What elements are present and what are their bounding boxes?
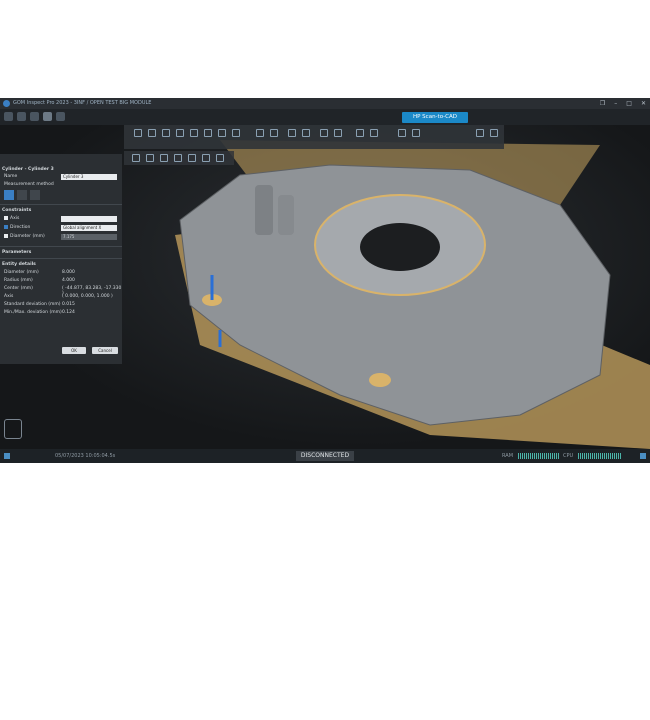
settings-icon[interactable] <box>30 112 39 121</box>
grid-icon[interactable] <box>160 154 168 162</box>
status-timestamp: 05/07/2023 10:05:04.5s <box>55 453 116 459</box>
boss-left <box>255 185 273 235</box>
line-icon[interactable] <box>204 129 212 137</box>
camera-icon[interactable] <box>476 129 484 137</box>
sphere-icon[interactable] <box>232 129 240 137</box>
transform-icon[interactable] <box>320 129 328 137</box>
arrow-icon[interactable] <box>56 112 65 121</box>
detail-label: Diameter (mm) <box>4 270 39 275</box>
more-icon[interactable] <box>490 129 498 137</box>
circle-icon[interactable] <box>190 129 198 137</box>
detail-label: Radius (mm) <box>4 278 33 283</box>
detail-label: Center (mm) <box>4 286 33 291</box>
axis-label: Axis <box>10 216 20 221</box>
status-icon <box>4 453 10 459</box>
detail-label: Standard deviation (mm) <box>4 302 61 307</box>
detail-value: 0.015 <box>62 302 75 307</box>
detail-label: Axis <box>4 294 14 299</box>
connection-status: DISCONNECTED <box>296 451 354 461</box>
surface-icon[interactable] <box>370 129 378 137</box>
section-icon[interactable] <box>256 129 264 137</box>
viewport-toolbar <box>124 125 504 149</box>
divider <box>0 204 122 205</box>
main-toolbar: HP Scan-to-CAD <box>0 109 650 125</box>
cut-icon[interactable] <box>146 154 154 162</box>
cpu-meter <box>578 453 622 459</box>
axis-input[interactable] <box>61 216 117 222</box>
boss-right <box>278 195 294 235</box>
application-window: GOM Inspect Pro 2023 - 3INF / OPEN TEST … <box>0 98 650 463</box>
box-icon[interactable] <box>132 154 140 162</box>
panel-title: Cylinder - Cylinder 3 <box>2 167 54 172</box>
view-icon[interactable] <box>412 129 420 137</box>
detail-label: Min./Max. deviation (mm) <box>4 310 62 315</box>
ram-label: RAM <box>502 453 514 459</box>
app-logo-icon <box>3 100 10 107</box>
diameter-checkbox[interactable] <box>4 234 8 238</box>
brush-icon[interactable] <box>302 129 310 137</box>
cylinder-icon[interactable] <box>176 129 184 137</box>
plane-icon[interactable] <box>162 129 170 137</box>
entity-details-title[interactable]: Entity details <box>2 262 36 267</box>
name-label: Name <box>4 174 18 179</box>
info-icon[interactable] <box>640 453 646 459</box>
constraints-title: Constraints <box>2 208 32 213</box>
method-fit-icon[interactable] <box>4 190 14 200</box>
paint-icon[interactable] <box>288 129 296 137</box>
file-icon[interactable] <box>17 112 26 121</box>
maximize-icon[interactable]: □ <box>626 98 632 109</box>
delete-icon[interactable] <box>334 129 342 137</box>
detail-value: ( 0.000, 0.000, 1.000 ) <box>62 294 113 299</box>
home-icon[interactable] <box>4 112 13 121</box>
window-controls: ❐ – □ ✕ <box>600 98 646 109</box>
view-cube-icon[interactable] <box>4 419 22 439</box>
divider <box>0 246 122 247</box>
chart-icon[interactable] <box>270 129 278 137</box>
cpu-label: CPU <box>563 453 574 459</box>
restore-icon[interactable]: ❐ <box>600 98 605 109</box>
detail-value: 8.000 <box>62 270 75 275</box>
status-bar: 05/07/2023 10:05:04.5s DISCONNECTED RAM … <box>0 449 650 463</box>
name-input[interactable]: Cylinder 3 <box>61 174 117 180</box>
layers-icon[interactable] <box>174 154 182 162</box>
select-icon[interactable] <box>134 129 142 137</box>
detail-value: 4.000 <box>62 278 75 283</box>
mesh-icon[interactable] <box>356 129 364 137</box>
direction-select[interactable]: Global alignment X <box>61 225 117 231</box>
detail-value: 0.124 <box>62 310 75 315</box>
bore-hole <box>360 223 440 271</box>
diameter-label: Diameter (mm) <box>10 234 45 239</box>
ram-meter <box>518 453 560 459</box>
direction-checkbox[interactable] <box>4 225 8 229</box>
tool-icon[interactable] <box>43 112 52 121</box>
secondary-toolbar <box>124 151 234 165</box>
method-pick-icon[interactable] <box>30 190 40 200</box>
axis-checkbox[interactable] <box>4 216 8 220</box>
close-icon[interactable]: ✕ <box>641 98 646 109</box>
title-bar: GOM Inspect Pro 2023 - 3INF / OPEN TEST … <box>0 98 650 109</box>
measurement-method-label: Measurement method <box>4 182 54 187</box>
direction-label: Direction <box>10 225 31 230</box>
ok-button[interactable]: OK <box>62 347 86 354</box>
parameters-title[interactable]: Parameters <box>2 250 31 255</box>
minimize-icon[interactable]: – <box>614 98 617 109</box>
cylinder-hole <box>369 373 391 387</box>
scan-to-cad-button[interactable]: HP Scan-to-CAD <box>402 112 468 123</box>
window-title: GOM Inspect Pro 2023 - 3INF / OPEN TEST … <box>13 100 152 106</box>
point-icon[interactable] <box>218 129 226 137</box>
divider <box>0 258 122 259</box>
measure-icon[interactable] <box>148 129 156 137</box>
3d-viewport[interactable]: Cylinder - Cylinder 3 Name Cylinder 3 Me… <box>0 125 650 449</box>
cylinder-properties-panel: Cylinder - Cylinder 3 Name Cylinder 3 Me… <box>0 154 122 364</box>
axis-icon[interactable] <box>188 154 196 162</box>
method-probe-icon[interactable] <box>17 190 27 200</box>
diameter-input[interactable]: 7.175 <box>61 234 117 240</box>
rotate-icon[interactable] <box>202 154 210 162</box>
sync-icon[interactable] <box>216 154 224 162</box>
fit-icon[interactable] <box>398 129 406 137</box>
cancel-button[interactable]: Cancel <box>92 347 118 354</box>
